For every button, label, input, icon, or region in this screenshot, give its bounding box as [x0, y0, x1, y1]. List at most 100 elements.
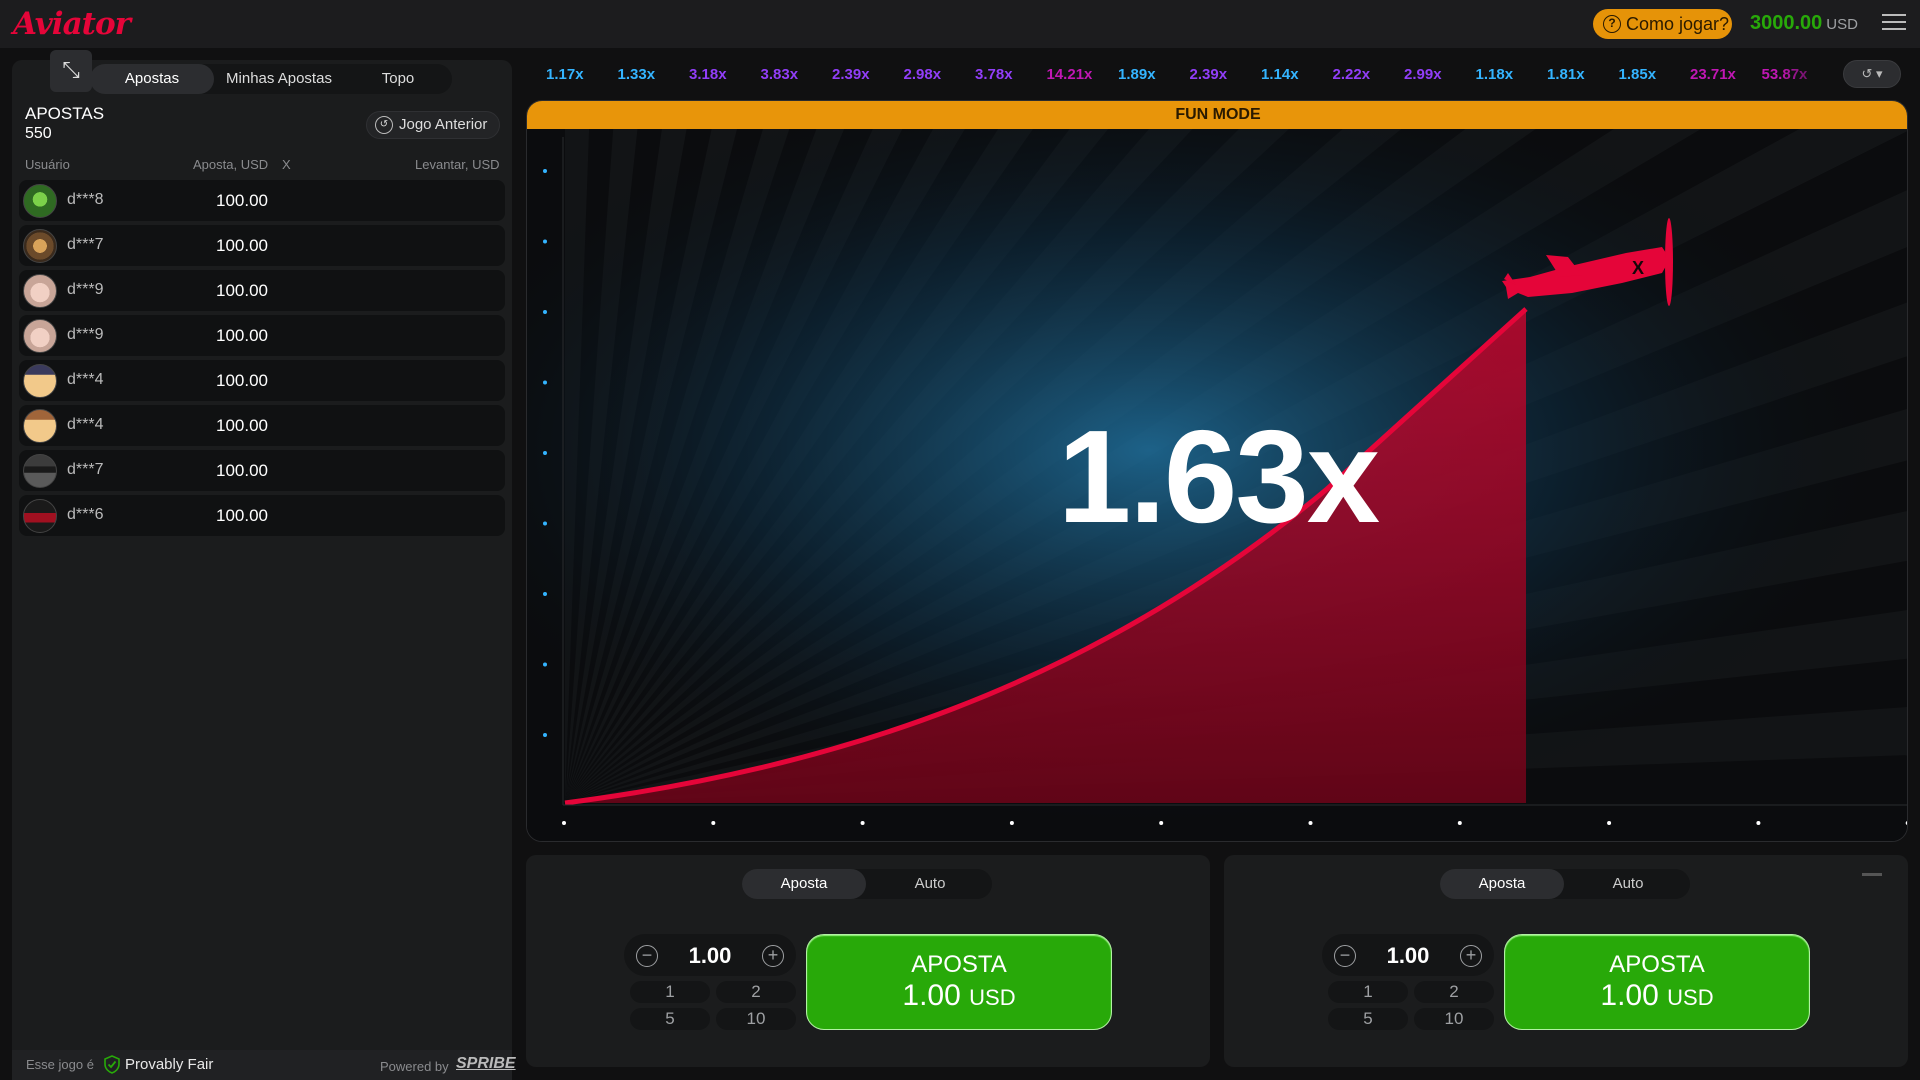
history-multiplier[interactable]: 3.83x: [761, 63, 799, 87]
tab-apostas[interactable]: Apostas: [90, 64, 214, 94]
history-multiplier[interactable]: 2.99x: [1404, 63, 1442, 87]
x-axis-dot: [860, 821, 865, 825]
x-axis-dot: [1457, 821, 1462, 825]
question-icon: ?: [1603, 15, 1621, 33]
history-multiplier[interactable]: 3.78x: [975, 63, 1013, 87]
history-multiplier[interactable]: 2.39x: [1190, 63, 1228, 87]
bet-panel-2: Aposta Auto − 1.00 + 1 2 5 10 APOSTA 1.0…: [1224, 855, 1908, 1067]
plus-icon[interactable]: +: [1460, 945, 1482, 967]
balance-amount: 3000.00: [1750, 12, 1823, 34]
collapse-icon[interactable]: ⤡: [50, 50, 92, 92]
place-bet-button[interactable]: APOSTA 1.00 USD: [1504, 934, 1810, 1030]
bet-button-label: APOSTA: [911, 951, 1007, 978]
tab-auto[interactable]: Auto: [868, 869, 992, 899]
game-stage: FUN MODE X 1.63x: [526, 100, 1908, 842]
history-multiplier[interactable]: 1.18x: [1476, 63, 1514, 87]
avatar: [23, 184, 57, 218]
history-multiplier[interactable]: 1.33x: [618, 63, 656, 87]
bet-amount: 100.00: [216, 191, 268, 210]
bet-button-label: APOSTA: [1609, 951, 1705, 978]
y-axis-dot: [543, 310, 547, 314]
history-icon: ↺: [375, 116, 393, 134]
avatar: [23, 409, 57, 443]
username: d***4: [67, 371, 104, 388]
spribe-logo[interactable]: SPRIBE: [456, 1055, 516, 1073]
history-multiplier[interactable]: 2.98x: [904, 63, 942, 87]
shield-check-icon: [104, 1055, 120, 1074]
quick-bet-1[interactable]: 1: [1328, 981, 1408, 1003]
history-multiplier[interactable]: 1.17x: [546, 63, 584, 87]
quick-bet-2[interactable]: 2: [1414, 981, 1494, 1003]
multiplier-history: 1.17x 1.33x 3.18x 3.83x 2.39x 2.98x 3.78x 14.21…: [532, 60, 1904, 90]
avatar: [23, 319, 57, 353]
bet-button-amount: 1.00: [1600, 979, 1659, 1012]
bets-panel: Apostas Minhas Apostas Topo ⤡ APOSTAS 55…: [12, 50, 512, 1080]
username: d***4: [67, 416, 104, 433]
provably-fair-link[interactable]: Provably Fair: [125, 1056, 213, 1073]
username: d***7: [67, 236, 104, 253]
avatar: [23, 364, 57, 398]
bet-amount-input[interactable]: 1.00: [668, 943, 752, 969]
x-axis-dot: [1159, 821, 1164, 825]
how-to-play-button[interactable]: ? Como jogar?: [1593, 9, 1732, 39]
plus-icon[interactable]: +: [762, 945, 784, 967]
bet-amount: 100.00: [216, 236, 268, 255]
list-item: d***7 100.00: [19, 225, 505, 266]
bet-amount: 100.00: [216, 416, 268, 435]
history-multiplier[interactable]: 1.81x: [1547, 63, 1585, 87]
x-axis-dot: [1009, 821, 1014, 825]
aviator-logo[interactable]: Aviator: [13, 6, 131, 42]
quick-bet-5[interactable]: 5: [1328, 1008, 1408, 1030]
x-axis-dot: [711, 821, 716, 825]
y-axis-dot: [543, 239, 547, 244]
history-multiplier[interactable]: 1.14x: [1261, 63, 1299, 87]
bet-amount-input[interactable]: 1.00: [1366, 943, 1450, 969]
tab-bet[interactable]: Aposta: [742, 869, 866, 899]
quick-bet-1[interactable]: 1: [630, 981, 710, 1003]
history-multiplier[interactable]: 3.18x: [689, 63, 727, 87]
remove-panel-icon[interactable]: [1862, 873, 1882, 876]
tab-auto[interactable]: Auto: [1566, 869, 1690, 899]
how-to-play-label: Como jogar?: [1626, 14, 1730, 34]
y-axis-dot: [543, 592, 547, 596]
quick-bet-2[interactable]: 2: [716, 981, 796, 1003]
col-user: Usuário: [25, 157, 70, 172]
history-multiplier[interactable]: 1.85x: [1619, 63, 1657, 87]
bets-list: d***8 100.00 d***7 100.00 d***9 100.00 d…: [19, 180, 505, 540]
balance: 3000.00 USD: [1750, 12, 1858, 35]
history-multiplier[interactable]: 23.71x: [1690, 63, 1736, 87]
top-bar: Aviator ? Como jogar? 3000.00 USD: [0, 0, 1920, 48]
svg-text:X: X: [1632, 258, 1644, 278]
previous-round-button[interactable]: ↺ Jogo Anterior: [366, 111, 500, 139]
place-bet-button[interactable]: APOSTA 1.00 USD: [806, 934, 1112, 1030]
tab-bet[interactable]: Aposta: [1440, 869, 1564, 899]
bet-amount: 100.00: [216, 461, 268, 480]
history-multiplier[interactable]: 1.89x: [1118, 63, 1156, 87]
bet-amount-stepper: − 1.00 +: [1322, 934, 1494, 976]
tab-minhas-apostas[interactable]: Minhas Apostas: [214, 64, 344, 94]
x-axis-dot: [1607, 821, 1612, 825]
bet-mode-switch: Aposta Auto: [742, 869, 992, 899]
quick-bet-5[interactable]: 5: [630, 1008, 710, 1030]
quick-bet-10[interactable]: 10: [716, 1008, 796, 1030]
tab-topo[interactable]: Topo: [344, 64, 452, 94]
bet-amount: 100.00: [216, 371, 268, 390]
history-multiplier[interactable]: 2.39x: [832, 63, 870, 87]
minus-icon[interactable]: −: [1334, 945, 1356, 967]
hamburger-menu-icon[interactable]: [1882, 14, 1906, 32]
history-multiplier[interactable]: 2.22x: [1333, 63, 1371, 87]
quick-bet-10[interactable]: 10: [1414, 1008, 1494, 1030]
y-axis-dot: [543, 380, 547, 385]
fairness-footer: Esse jogo é Provably Fair Powered by SPR…: [12, 1050, 516, 1080]
bet-amount: 100.00: [216, 506, 268, 525]
history-toggle-button[interactable]: ↺ ▾: [1843, 60, 1901, 88]
username: d***9: [67, 281, 104, 298]
minus-icon[interactable]: −: [636, 945, 658, 967]
y-axis-dot: [543, 169, 547, 173]
fun-mode-banner: FUN MODE: [527, 101, 1907, 129]
history-multiplier[interactable]: 14.21x: [1047, 63, 1093, 87]
list-item: d***6 100.00: [19, 495, 505, 536]
avatar: [23, 229, 57, 263]
bet-button-amount: 1.00: [902, 979, 961, 1012]
bet-mode-switch: Aposta Auto: [1440, 869, 1690, 899]
